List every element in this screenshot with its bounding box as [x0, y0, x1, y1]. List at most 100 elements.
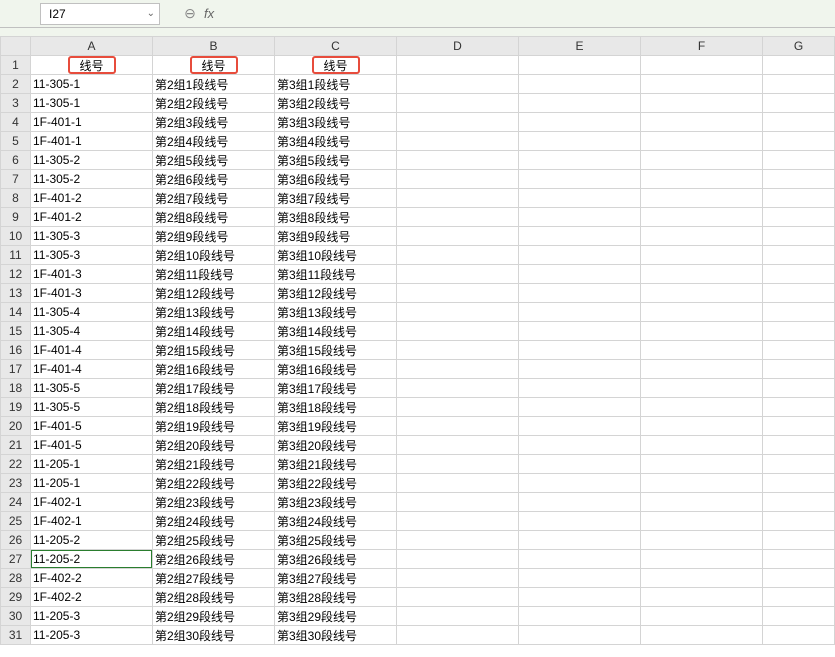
cell[interactable]: [641, 626, 763, 645]
cell[interactable]: [519, 113, 641, 132]
row-header[interactable]: 24: [1, 493, 31, 512]
cell[interactable]: [397, 75, 519, 94]
cell[interactable]: [519, 75, 641, 94]
row-header[interactable]: 9: [1, 208, 31, 227]
cell[interactable]: 第3组26段线号: [275, 550, 397, 569]
cell[interactable]: 11-305-5: [31, 379, 153, 398]
cell[interactable]: 1F-401-4: [31, 341, 153, 360]
cell[interactable]: [519, 455, 641, 474]
cell[interactable]: [763, 512, 835, 531]
cell[interactable]: [641, 56, 763, 75]
cell[interactable]: 第2组11段线号: [153, 265, 275, 284]
row-header[interactable]: 31: [1, 626, 31, 645]
cell[interactable]: 1F-401-1: [31, 132, 153, 151]
cell[interactable]: [641, 246, 763, 265]
row-header[interactable]: 28: [1, 569, 31, 588]
cell[interactable]: [397, 607, 519, 626]
cell[interactable]: 11-205-3: [31, 607, 153, 626]
cell[interactable]: [519, 379, 641, 398]
cell[interactable]: [519, 246, 641, 265]
cell[interactable]: [397, 246, 519, 265]
cell[interactable]: [397, 151, 519, 170]
cell[interactable]: 1F-401-5: [31, 436, 153, 455]
cell[interactable]: 11-305-2: [31, 151, 153, 170]
cell[interactable]: 第2组23段线号: [153, 493, 275, 512]
cell[interactable]: 第3组8段线号: [275, 208, 397, 227]
cell[interactable]: [763, 75, 835, 94]
cell[interactable]: [641, 512, 763, 531]
cell[interactable]: [519, 341, 641, 360]
cell[interactable]: 第3组2段线号: [275, 94, 397, 113]
cell[interactable]: [397, 170, 519, 189]
cell[interactable]: 第2组25段线号: [153, 531, 275, 550]
cell[interactable]: 第2组8段线号: [153, 208, 275, 227]
cell[interactable]: [519, 56, 641, 75]
cell[interactable]: 第2组7段线号: [153, 189, 275, 208]
cell[interactable]: 1F-401-4: [31, 360, 153, 379]
cell[interactable]: 11-305-4: [31, 322, 153, 341]
cell[interactable]: 第2组24段线号: [153, 512, 275, 531]
cell[interactable]: [763, 94, 835, 113]
cell[interactable]: 第2组5段线号: [153, 151, 275, 170]
cell[interactable]: [397, 341, 519, 360]
row-header[interactable]: 6: [1, 151, 31, 170]
cell[interactable]: 第3组27段线号: [275, 569, 397, 588]
cell[interactable]: [763, 341, 835, 360]
cell[interactable]: [397, 284, 519, 303]
cell[interactable]: 第2组14段线号: [153, 322, 275, 341]
row-header[interactable]: 26: [1, 531, 31, 550]
cell[interactable]: 第3组22段线号: [275, 474, 397, 493]
row-header[interactable]: 3: [1, 94, 31, 113]
cell[interactable]: [397, 455, 519, 474]
cell[interactable]: [641, 569, 763, 588]
cell[interactable]: 第2组15段线号: [153, 341, 275, 360]
row-header[interactable]: 27: [1, 550, 31, 569]
cell[interactable]: 11-205-1: [31, 474, 153, 493]
col-header-g[interactable]: G: [763, 37, 835, 56]
cell[interactable]: [763, 132, 835, 151]
name-box[interactable]: I27 ⌄: [40, 3, 160, 25]
cell[interactable]: [763, 550, 835, 569]
cell[interactable]: [397, 398, 519, 417]
cell[interactable]: [763, 436, 835, 455]
row-header[interactable]: 13: [1, 284, 31, 303]
cell[interactable]: 第3组21段线号: [275, 455, 397, 474]
cell[interactable]: [641, 588, 763, 607]
row-header[interactable]: 12: [1, 265, 31, 284]
cell[interactable]: 11-205-3: [31, 626, 153, 645]
cell[interactable]: [519, 474, 641, 493]
row-header[interactable]: 1: [1, 56, 31, 75]
cell[interactable]: [763, 493, 835, 512]
cell[interactable]: 第3组5段线号: [275, 151, 397, 170]
cell[interactable]: 第3组15段线号: [275, 341, 397, 360]
row-header[interactable]: 14: [1, 303, 31, 322]
cell[interactable]: [763, 303, 835, 322]
row-header[interactable]: 7: [1, 170, 31, 189]
cell[interactable]: [763, 227, 835, 246]
cell[interactable]: [397, 569, 519, 588]
col-header-f[interactable]: F: [641, 37, 763, 56]
cell[interactable]: [763, 246, 835, 265]
cell[interactable]: 11-305-3: [31, 246, 153, 265]
cell[interactable]: 11-205-2: [31, 550, 153, 569]
cell[interactable]: 第2组22段线号: [153, 474, 275, 493]
cell[interactable]: 第3组23段线号: [275, 493, 397, 512]
cell[interactable]: 第2组19段线号: [153, 417, 275, 436]
select-all-corner[interactable]: [1, 37, 31, 56]
cell[interactable]: 第3组25段线号: [275, 531, 397, 550]
cell[interactable]: [763, 569, 835, 588]
cell[interactable]: [763, 265, 835, 284]
cell[interactable]: [763, 607, 835, 626]
cell[interactable]: 1F-401-2: [31, 189, 153, 208]
cell[interactable]: [641, 113, 763, 132]
cell[interactable]: 第2组10段线号: [153, 246, 275, 265]
cell[interactable]: [763, 474, 835, 493]
cell[interactable]: [641, 474, 763, 493]
cell[interactable]: [763, 417, 835, 436]
cell[interactable]: [519, 170, 641, 189]
row-header[interactable]: 8: [1, 189, 31, 208]
row-header[interactable]: 11: [1, 246, 31, 265]
cell[interactable]: 第3组29段线号: [275, 607, 397, 626]
cell[interactable]: [519, 208, 641, 227]
cell[interactable]: 第3组17段线号: [275, 379, 397, 398]
